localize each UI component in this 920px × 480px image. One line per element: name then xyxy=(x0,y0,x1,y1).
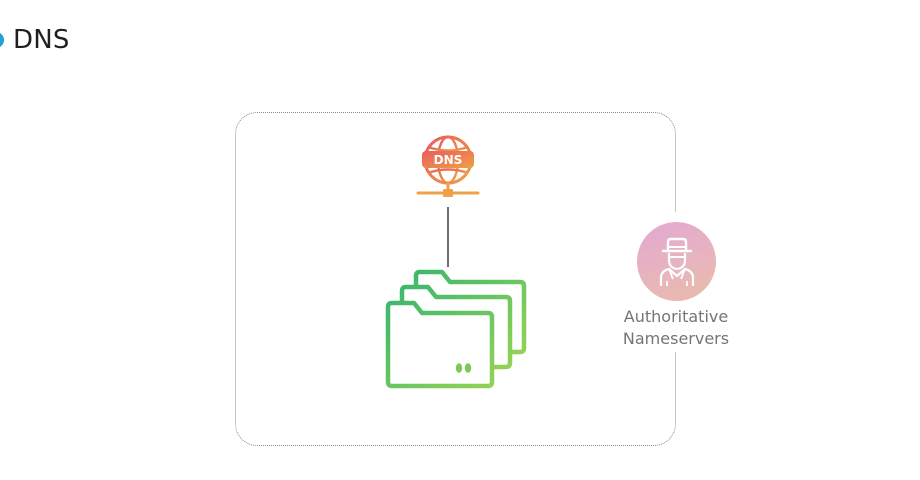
title-dot-icon xyxy=(0,32,4,48)
page-title: DNS xyxy=(0,22,70,58)
server-icon-text: DNS xyxy=(434,153,463,167)
dns-server-icon: DNS xyxy=(416,135,480,197)
title-text: DNS xyxy=(13,25,70,55)
hacker-person-icon xyxy=(659,237,694,286)
nameserver-avatar xyxy=(637,222,716,301)
nameserver-label-line1: Authoritative xyxy=(623,307,729,326)
connector-line xyxy=(447,207,449,267)
nameserver-label: Authoritative Nameservers xyxy=(606,306,746,350)
folders-icon xyxy=(385,269,527,389)
diagram-canvas: DNS DNS Authoritative Nameservers xyxy=(0,0,920,480)
nameserver-label-line2: Nameservers xyxy=(622,329,730,348)
